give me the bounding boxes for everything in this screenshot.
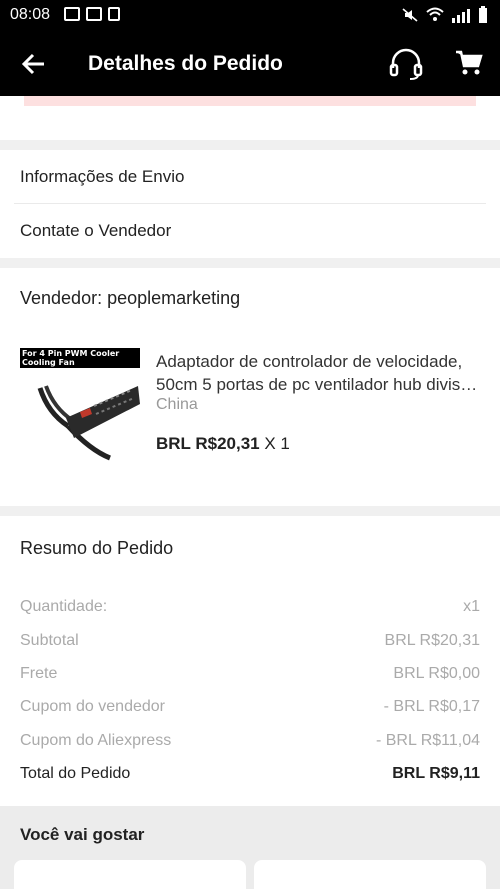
summary-row-shipping: Frete BRL R$0,00 [20,665,480,689]
summary-value: x1 [463,598,480,615]
total-value: BRL R$9,11 [392,765,480,782]
recommendations-title: Você vai gostar [20,825,145,844]
product-origin: China [156,396,198,413]
contact-seller-link[interactable]: Contate o Vendedor [0,204,500,258]
page-title: Detalhes do Pedido [88,52,283,75]
product-price: BRL R$20,31 [156,434,260,453]
battery-saver-icon [108,7,120,21]
fan-hub-picture [37,385,140,461]
app-bar: Detalhes do Pedido [0,32,500,96]
shopping-cart-icon [456,50,483,75]
seller-name[interactable]: Vendedor: peoplemarketing [20,288,240,309]
arrow-left-icon [21,53,44,75]
status-bar: 08:08 [0,0,500,32]
summary-value: BRL R$20,31 [384,632,480,649]
summary-value: BRL R$0,00 [393,665,480,682]
summary-row-total: Total do Pedido BRL R$9,11 [20,765,480,789]
summary-label: Cupom do vendedor [20,698,165,715]
mail-icon [64,7,80,21]
summary-row-aliexpress-coupon: Cupom do Aliexpress - BRL R$11,04 [20,732,480,756]
order-links-card: Informações de Envio Contate o Vendedor [0,150,500,258]
summary-row-subtotal: Subtotal BRL R$20,31 [20,632,480,656]
summary-title: Resumo do Pedido [20,538,174,558]
battery-icon [479,6,487,23]
signal-icon [452,7,470,23]
summary-row-quantity: Quantidade: x1 [20,598,480,622]
back-button[interactable] [20,50,50,78]
summary-label: Frete [20,665,58,682]
total-label: Total do Pedido [20,765,131,782]
product-title-line2: 50cm 5 portas de pc ventilador hub divis… [156,375,478,394]
product-title-line1: Adaptador de controlador de velocidade, [156,352,463,371]
mute-icon [402,8,418,22]
recommendation-card[interactable] [14,860,246,889]
recommendation-card[interactable] [254,860,486,889]
summary-label: Subtotal [20,632,79,649]
product-image[interactable]: For 4 Pin PWM Cooler Cooling Fan [20,348,140,468]
shipping-info-label: Informações de Envio [20,166,185,186]
system-icons [402,6,488,24]
notification-icons [64,7,120,21]
summary-row-seller-coupon: Cupom do vendedor - BRL R$0,17 [20,698,480,722]
seller-card: Vendedor: peoplemarketing For 4 Pin PWM … [0,268,500,506]
product-image-banner: For 4 Pin PWM Cooler Cooling Fan [20,348,140,368]
product-price-line: BRL R$20,31 X 1 [156,434,290,454]
headset-icon [389,48,423,80]
status-alert-strip [24,96,476,106]
summary-label: Cupom do Aliexpress [20,732,172,749]
summary-label: Quantidade: [20,598,108,615]
wifi-icon [426,7,444,21]
shipping-info-link[interactable]: Informações de Envio [14,150,486,204]
contact-seller-label: Contate o Vendedor [20,221,172,240]
cart-button[interactable] [454,48,484,83]
voicemail-icon [86,7,102,21]
status-time: 08:08 [10,6,51,23]
product-quantity: X 1 [259,434,290,453]
recommendations-section: Você vai gostar [0,806,500,889]
support-button[interactable] [388,48,424,85]
summary-value: - BRL R$0,17 [383,698,480,715]
product-title[interactable]: Adaptador de controlador de velocidade, … [156,350,482,396]
order-summary-card: Resumo do Pedido Quantidade: x1 Subtotal… [0,516,500,806]
summary-value: - BRL R$11,04 [375,732,480,749]
